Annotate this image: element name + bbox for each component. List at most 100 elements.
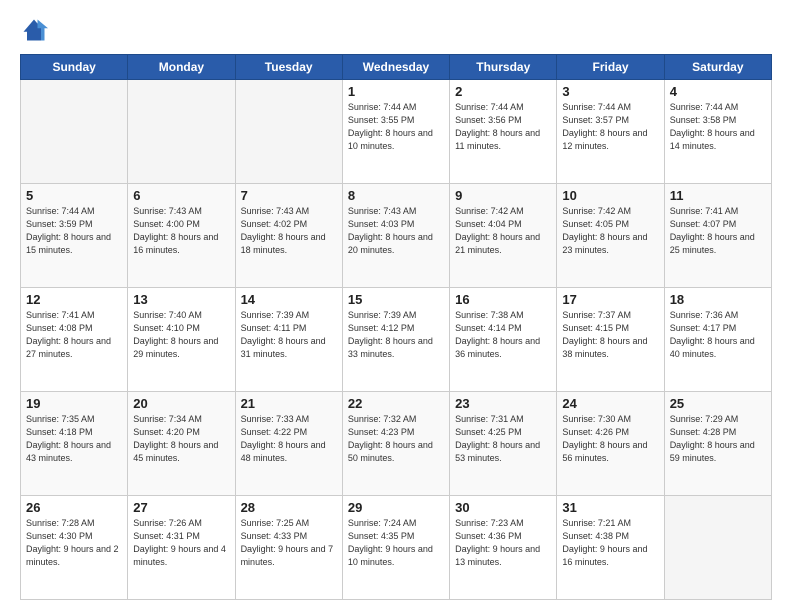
day-number: 10 (562, 188, 658, 203)
col-header-sunday: Sunday (21, 55, 128, 80)
day-number: 15 (348, 292, 444, 307)
col-header-monday: Monday (128, 55, 235, 80)
logo (20, 16, 52, 44)
day-info: Sunrise: 7:23 AMSunset: 4:36 PMDaylight:… (455, 517, 551, 569)
day-number: 14 (241, 292, 337, 307)
day-info: Sunrise: 7:26 AMSunset: 4:31 PMDaylight:… (133, 517, 229, 569)
col-header-wednesday: Wednesday (342, 55, 449, 80)
day-number: 12 (26, 292, 122, 307)
calendar-cell (128, 80, 235, 184)
day-info: Sunrise: 7:41 AMSunset: 4:08 PMDaylight:… (26, 309, 122, 361)
calendar-cell: 30 Sunrise: 7:23 AMSunset: 4:36 PMDayligh… (450, 496, 557, 600)
day-info: Sunrise: 7:44 AMSunset: 3:56 PMDaylight:… (455, 101, 551, 153)
calendar-cell (21, 80, 128, 184)
calendar-week-row: 26 Sunrise: 7:28 AMSunset: 4:30 PMDayligh… (21, 496, 772, 600)
calendar-cell: 13 Sunrise: 7:40 AMSunset: 4:10 PMDayligh… (128, 288, 235, 392)
calendar-cell: 22 Sunrise: 7:32 AMSunset: 4:23 PMDayligh… (342, 392, 449, 496)
day-info: Sunrise: 7:32 AMSunset: 4:23 PMDaylight:… (348, 413, 444, 465)
header (20, 16, 772, 44)
day-number: 23 (455, 396, 551, 411)
calendar-cell: 26 Sunrise: 7:28 AMSunset: 4:30 PMDayligh… (21, 496, 128, 600)
calendar-cell: 2 Sunrise: 7:44 AMSunset: 3:56 PMDaylight… (450, 80, 557, 184)
calendar-cell: 3Sunrise: 7:44 AMSunset: 3:57 PMDaylight… (557, 80, 664, 184)
calendar-cell: 27 Sunrise: 7:26 AMSunset: 4:31 PMDayligh… (128, 496, 235, 600)
day-number: 27 (133, 500, 229, 515)
day-info: Sunrise: 7:41 AMSunset: 4:07 PMDaylight:… (670, 205, 766, 257)
calendar-cell: 15 Sunrise: 7:39 AMSunset: 4:12 PMDayligh… (342, 288, 449, 392)
calendar-cell: 5 Sunrise: 7:44 AMSunset: 3:59 PMDaylight… (21, 184, 128, 288)
day-info: Sunrise: 7:33 AMSunset: 4:22 PMDaylight:… (241, 413, 337, 465)
calendar-week-row: 1Sunrise: 7:44 AMSunset: 3:55 PMDaylight… (21, 80, 772, 184)
calendar-cell (664, 496, 771, 600)
calendar-week-row: 19 Sunrise: 7:35 AMSunset: 4:18 PMDayligh… (21, 392, 772, 496)
day-number: 21 (241, 396, 337, 411)
col-header-thursday: Thursday (450, 55, 557, 80)
day-info: Sunrise: 7:42 AMSunset: 4:04 PMDaylight:… (455, 205, 551, 257)
day-info: Sunrise: 7:34 AMSunset: 4:20 PMDaylight:… (133, 413, 229, 465)
day-info: Sunrise: 7:43 AMSunset: 4:02 PMDaylight:… (241, 205, 337, 257)
day-info: Sunrise: 7:40 AMSunset: 4:10 PMDaylight:… (133, 309, 229, 361)
calendar-cell: 11 Sunrise: 7:41 AMSunset: 4:07 PMDayligh… (664, 184, 771, 288)
calendar-cell: 16Sunrise: 7:38 AMSunset: 4:14 PMDayligh… (450, 288, 557, 392)
day-info: Sunrise: 7:37 AMSunset: 4:15 PMDaylight:… (562, 309, 658, 361)
day-number: 26 (26, 500, 122, 515)
day-number: 18 (670, 292, 766, 307)
day-info: Sunrise: 7:42 AMSunset: 4:05 PMDaylight:… (562, 205, 658, 257)
day-info: Sunrise: 7:39 AMSunset: 4:11 PMDaylight:… (241, 309, 337, 361)
calendar-cell: 4 Sunrise: 7:44 AMSunset: 3:58 PMDaylight… (664, 80, 771, 184)
calendar-cell: 18Sunrise: 7:36 AMSunset: 4:17 PMDayligh… (664, 288, 771, 392)
calendar-cell: 17 Sunrise: 7:37 AMSunset: 4:15 PMDayligh… (557, 288, 664, 392)
day-info: Sunrise: 7:21 AMSunset: 4:38 PMDaylight:… (562, 517, 658, 569)
calendar-cell: 7 Sunrise: 7:43 AMSunset: 4:02 PMDaylight… (235, 184, 342, 288)
calendar-cell: 20 Sunrise: 7:34 AMSunset: 4:20 PMDayligh… (128, 392, 235, 496)
calendar-cell: 6Sunrise: 7:43 AMSunset: 4:00 PMDaylight… (128, 184, 235, 288)
day-number: 5 (26, 188, 122, 203)
calendar-header-row: SundayMondayTuesdayWednesdayThursdayFrid… (21, 55, 772, 80)
calendar-cell: 24Sunrise: 7:30 AMSunset: 4:26 PMDayligh… (557, 392, 664, 496)
calendar-cell: 31Sunrise: 7:21 AMSunset: 4:38 PMDayligh… (557, 496, 664, 600)
calendar-cell: 29Sunrise: 7:24 AMSunset: 4:35 PMDayligh… (342, 496, 449, 600)
day-number: 24 (562, 396, 658, 411)
day-info: Sunrise: 7:28 AMSunset: 4:30 PMDaylight:… (26, 517, 122, 569)
day-number: 13 (133, 292, 229, 307)
calendar-week-row: 12 Sunrise: 7:41 AMSunset: 4:08 PMDayligh… (21, 288, 772, 392)
day-number: 29 (348, 500, 444, 515)
day-number: 20 (133, 396, 229, 411)
calendar-cell: 21 Sunrise: 7:33 AMSunset: 4:22 PMDayligh… (235, 392, 342, 496)
day-info: Sunrise: 7:43 AMSunset: 4:00 PMDaylight:… (133, 205, 229, 257)
calendar-table: SundayMondayTuesdayWednesdayThursdayFrid… (20, 54, 772, 600)
calendar-cell: 9Sunrise: 7:42 AMSunset: 4:04 PMDaylight… (450, 184, 557, 288)
day-info: Sunrise: 7:43 AMSunset: 4:03 PMDaylight:… (348, 205, 444, 257)
col-header-saturday: Saturday (664, 55, 771, 80)
calendar-week-row: 5 Sunrise: 7:44 AMSunset: 3:59 PMDaylight… (21, 184, 772, 288)
calendar-cell: 28Sunrise: 7:25 AMSunset: 4:33 PMDayligh… (235, 496, 342, 600)
day-info: Sunrise: 7:39 AMSunset: 4:12 PMDaylight:… (348, 309, 444, 361)
day-info: Sunrise: 7:44 AMSunset: 3:55 PMDaylight:… (348, 101, 444, 153)
day-number: 4 (670, 84, 766, 99)
col-header-tuesday: Tuesday (235, 55, 342, 80)
calendar-cell: 19 Sunrise: 7:35 AMSunset: 4:18 PMDayligh… (21, 392, 128, 496)
calendar-cell: 23 Sunrise: 7:31 AMSunset: 4:25 PMDayligh… (450, 392, 557, 496)
day-info: Sunrise: 7:29 AMSunset: 4:28 PMDaylight:… (670, 413, 766, 465)
day-info: Sunrise: 7:25 AMSunset: 4:33 PMDaylight:… (241, 517, 337, 569)
day-number: 22 (348, 396, 444, 411)
day-info: Sunrise: 7:44 AMSunset: 3:57 PMDaylight:… (562, 101, 658, 153)
day-number: 11 (670, 188, 766, 203)
logo-icon (20, 16, 48, 44)
day-number: 17 (562, 292, 658, 307)
day-info: Sunrise: 7:35 AMSunset: 4:18 PMDaylight:… (26, 413, 122, 465)
day-number: 16 (455, 292, 551, 307)
calendar-cell: 8 Sunrise: 7:43 AMSunset: 4:03 PMDaylight… (342, 184, 449, 288)
calendar-cell: 25 Sunrise: 7:29 AMSunset: 4:28 PMDayligh… (664, 392, 771, 496)
day-number: 25 (670, 396, 766, 411)
day-number: 2 (455, 84, 551, 99)
day-info: Sunrise: 7:44 AMSunset: 3:59 PMDaylight:… (26, 205, 122, 257)
calendar-cell (235, 80, 342, 184)
day-number: 19 (26, 396, 122, 411)
day-info: Sunrise: 7:44 AMSunset: 3:58 PMDaylight:… (670, 101, 766, 153)
day-number: 30 (455, 500, 551, 515)
day-info: Sunrise: 7:31 AMSunset: 4:25 PMDaylight:… (455, 413, 551, 465)
day-number: 7 (241, 188, 337, 203)
day-number: 8 (348, 188, 444, 203)
calendar-cell: 12 Sunrise: 7:41 AMSunset: 4:08 PMDayligh… (21, 288, 128, 392)
